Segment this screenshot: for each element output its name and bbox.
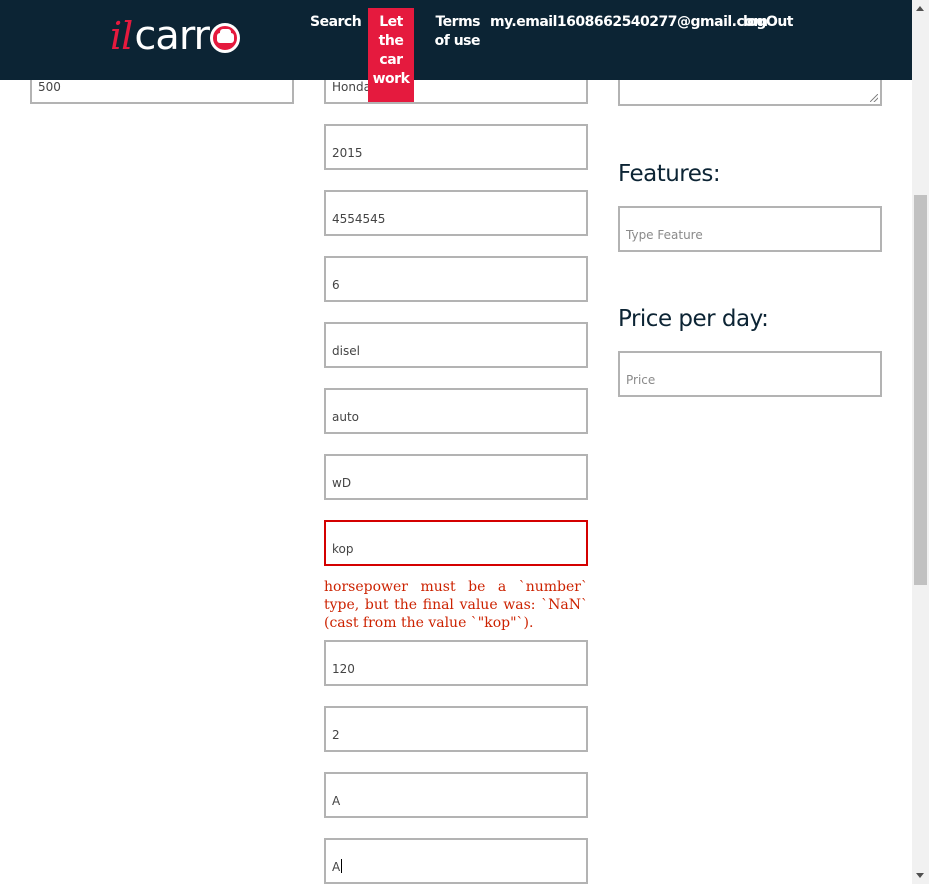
left-input-value: 500 bbox=[38, 80, 61, 94]
doors-input[interactable]: 2 bbox=[324, 706, 588, 752]
features-title: Features: bbox=[618, 161, 721, 187]
doors-value: 2 bbox=[332, 728, 340, 742]
horsepower-value: kop bbox=[332, 542, 354, 556]
horsepower-input[interactable]: kop bbox=[324, 520, 588, 566]
manufacture-value: Honda bbox=[332, 80, 371, 94]
car-reg-number-input[interactable]: 4554545 bbox=[324, 190, 588, 236]
wheels-drive-input[interactable]: wD bbox=[324, 454, 588, 500]
top-navbar: il carr Search Terms of use my.email1608… bbox=[0, 0, 912, 80]
engine-value: A bbox=[332, 860, 341, 874]
logo-car-icon bbox=[210, 23, 241, 53]
torque-value: 120 bbox=[332, 662, 355, 676]
horsepower-error-message: horsepower must be a `number` type, but … bbox=[324, 579, 588, 631]
seats-input[interactable]: 6 bbox=[324, 256, 588, 302]
car-class-input[interactable]: A bbox=[324, 772, 588, 818]
car-class-value: A bbox=[332, 794, 341, 808]
scroll-down-arrow-icon[interactable] bbox=[916, 873, 924, 878]
year-input[interactable]: 2015 bbox=[324, 124, 588, 170]
price-input[interactable]: Price bbox=[618, 351, 882, 397]
resize-handle-icon[interactable] bbox=[870, 94, 878, 102]
wheels-drive-value: wD bbox=[332, 476, 352, 490]
add-car-page: 500 Honda 2015 4554545 6 disel auto wD k… bbox=[0, 0, 912, 884]
car-reg-number-value: 4554545 bbox=[332, 212, 386, 226]
scrollbar-thumb[interactable] bbox=[914, 195, 927, 585]
nav-terms-link[interactable]: Terms of use bbox=[420, 13, 481, 51]
scroll-up-arrow-icon[interactable] bbox=[916, 6, 924, 11]
logo-carr-text: carr bbox=[134, 13, 210, 59]
nav-search-link[interactable]: Search bbox=[310, 13, 362, 32]
torque-input[interactable]: 120 bbox=[324, 640, 588, 686]
engine-value-wrap: A bbox=[332, 859, 343, 874]
seats-value: 6 bbox=[332, 278, 340, 292]
feature-placeholder: Type Feature bbox=[626, 228, 703, 242]
year-value: 2015 bbox=[332, 146, 363, 160]
fuel-input[interactable]: disel bbox=[324, 322, 588, 368]
logo-il-text: il bbox=[110, 14, 133, 58]
feature-input[interactable]: Type Feature bbox=[618, 206, 882, 252]
vertical-scrollbar[interactable] bbox=[912, 0, 929, 884]
price-placeholder: Price bbox=[626, 373, 656, 387]
engine-input[interactable]: A bbox=[324, 838, 588, 884]
gear-value: auto bbox=[332, 410, 360, 424]
gear-input[interactable]: auto bbox=[324, 388, 588, 434]
nav-let-car-work-link[interactable]: Let the car work bbox=[368, 8, 414, 102]
nav-let-car-work-label: Let the car work bbox=[372, 14, 410, 87]
fuel-value: disel bbox=[332, 344, 360, 358]
ilcarro-logo[interactable]: il carr bbox=[110, 13, 241, 59]
nav-logout-link[interactable]: logOut bbox=[743, 13, 794, 32]
text-caret bbox=[341, 859, 343, 873]
nav-user-email[interactable]: my.email1608662540277@gmail.com bbox=[490, 13, 768, 32]
price-per-day-title: Price per day: bbox=[618, 306, 769, 332]
